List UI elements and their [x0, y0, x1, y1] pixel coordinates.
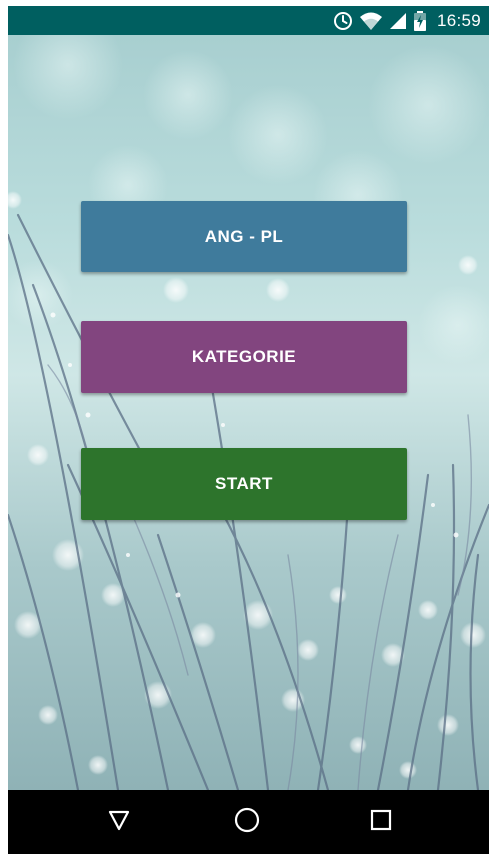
status-bar: 16:59	[8, 6, 489, 35]
ang-pl-button[interactable]: ANG - PL	[81, 201, 407, 272]
alarm-icon	[333, 11, 353, 31]
back-button[interactable]	[101, 804, 137, 840]
status-icons: 16:59	[333, 6, 481, 35]
phone-screen: 16:59 ANG - PL KATEGORIE START	[8, 6, 489, 854]
background-image	[8, 35, 489, 790]
signal-icon	[389, 12, 407, 30]
kategorie-button[interactable]: KATEGORIE	[81, 321, 407, 393]
start-button[interactable]: START	[81, 448, 407, 520]
main-screen: ANG - PL KATEGORIE START	[8, 35, 489, 790]
wifi-icon	[359, 11, 383, 31]
back-icon	[107, 808, 131, 837]
home-icon	[233, 806, 261, 839]
recent-apps-icon	[369, 808, 393, 837]
recent-apps-button[interactable]	[363, 804, 399, 840]
home-button[interactable]	[229, 804, 265, 840]
navigation-bar	[8, 790, 489, 854]
battery-charging-icon	[413, 10, 427, 31]
status-time: 16:59	[436, 10, 481, 30]
